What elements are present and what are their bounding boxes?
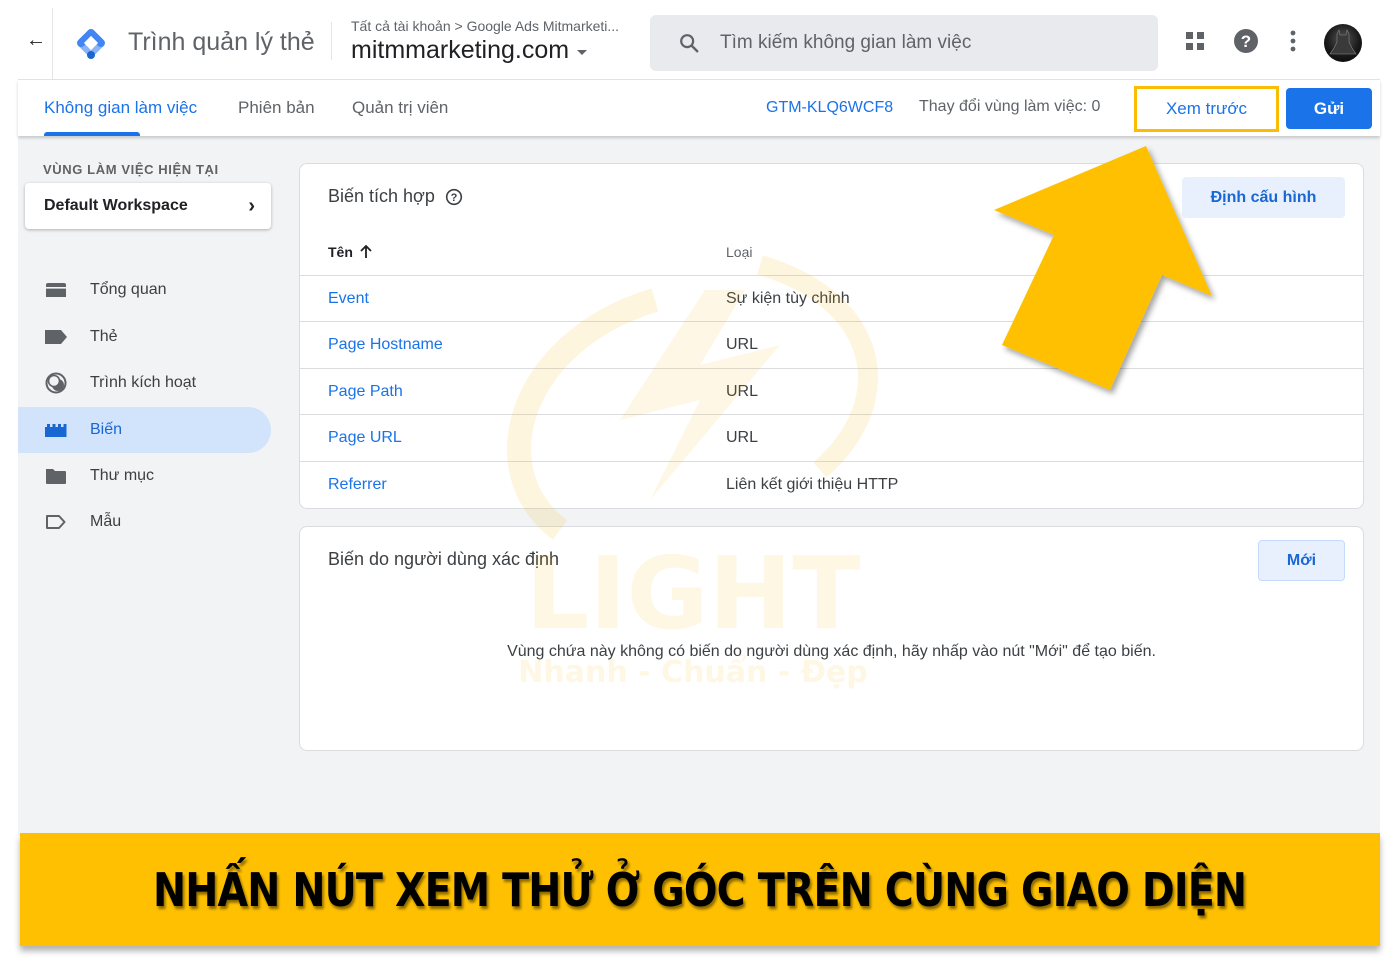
back-button[interactable]: ← (24, 28, 48, 52)
instruction-caption-banner: NHẤN NÚT XEM THỬ Ở GÓC TRÊN CÙNG GIAO DI… (20, 833, 1380, 946)
sidebar-item-folders[interactable]: Thư mục (18, 453, 271, 499)
column-header-name-label: Tên (328, 244, 353, 260)
sidebar-item-label: Thư mục (90, 467, 155, 484)
svg-text:?: ? (451, 192, 458, 204)
chevron-right-icon: › (248, 194, 255, 217)
table-row: Event Sự kiện tùy chỉnh (300, 275, 1363, 322)
column-header-type: Loại (726, 244, 753, 260)
sidebar-item-tags[interactable]: Thẻ (18, 314, 271, 360)
user-variables-card: Biến do người dùng xác định Mới Vùng chứ… (299, 526, 1364, 751)
arrow-up-icon (360, 245, 372, 258)
overview-icon (44, 278, 68, 302)
more-options-button[interactable] (1278, 26, 1308, 56)
container-id-link[interactable]: GTM-KLQ6WCF8 (766, 99, 893, 117)
apps-grid-icon (1186, 32, 1204, 50)
variable-name-link[interactable]: Page Path (328, 383, 403, 401)
variable-icon (44, 418, 68, 442)
submit-button-label: Gửi (1313, 98, 1345, 118)
variable-type: URL (726, 429, 759, 446)
variable-name-link[interactable]: Page Hostname (328, 336, 443, 354)
instruction-caption: NHẤN NÚT XEM THỬ Ở GÓC TRÊN CÙNG GIAO DI… (153, 862, 1247, 917)
new-variable-button-label: Mới (1286, 551, 1317, 569)
builtin-variables-title: Biến tích hợp ? (328, 186, 463, 207)
template-icon (44, 510, 68, 534)
variable-type: Liên kết giới thiệu HTTP (726, 476, 899, 493)
tag-icon (44, 325, 68, 349)
card-title-text: Biến tích hợp (328, 186, 435, 206)
table-row: Page Path URL (300, 368, 1363, 415)
variable-type: URL (726, 336, 759, 353)
variable-type: Sự kiện tùy chỉnh (726, 290, 850, 307)
empty-state-message: Vùng chứa này không có biến do người dùn… (507, 643, 1156, 660)
container-selector[interactable]: mitmmarketing.com (351, 36, 588, 65)
svg-text:?: ? (1241, 32, 1251, 51)
help-icon: ? (1234, 29, 1258, 53)
variable-name-link[interactable]: Page URL (328, 429, 402, 447)
builtin-variables-card: Biến tích hợp ? Định cấu hình Tên Loại E… (299, 163, 1364, 509)
column-header-name[interactable]: Tên (328, 244, 373, 260)
tab-versions[interactable]: Phiên bản (238, 98, 315, 118)
tab-admin[interactable]: Quản trị viên (352, 98, 448, 118)
variable-type: URL (726, 383, 759, 400)
account-avatar[interactable] (1324, 24, 1362, 62)
trigger-icon (44, 371, 68, 395)
active-tab-indicator (44, 132, 140, 136)
tag-manager-logo-icon (77, 29, 105, 59)
apps-button[interactable] (1180, 26, 1210, 56)
container-name: mitmmarketing.com (351, 36, 570, 64)
table-row: Page URL URL (300, 414, 1363, 461)
dropdown-caret-icon (577, 50, 588, 55)
table-row: Referrer Liên kết giới thiệu HTTP (300, 461, 1363, 508)
arrow-left-icon: ← (26, 29, 46, 51)
submit-button[interactable]: Gửi (1286, 88, 1372, 129)
search-placeholder: Tìm kiếm không gian làm việc (720, 32, 972, 53)
more-vert-icon (1290, 30, 1296, 52)
preview-button-label: Xem trước (1165, 99, 1248, 118)
sidebar-item-templates[interactable]: Mẫu (18, 499, 271, 545)
top-app-bar: ← Trình quản lý thẻ Tất cả tài khoản > G… (18, 0, 1380, 80)
sidebar-item-label: Mẫu (90, 513, 122, 530)
divider (52, 8, 53, 80)
variable-name-link[interactable]: Event (328, 290, 369, 308)
sidebar-item-label: Tổng quan (90, 281, 167, 298)
help-outline-icon[interactable]: ? (445, 188, 463, 206)
divider (331, 22, 332, 60)
workspace-changes-count: Thay đổi vùng làm việc: 0 (919, 98, 1101, 115)
app-title: Trình quản lý thẻ (128, 28, 315, 56)
sidebar-item-label: Thẻ (90, 328, 118, 345)
current-workspace-label: VÙNG LÀM VIỆC HIỆN TẠI (43, 162, 219, 177)
sidebar-item-triggers[interactable]: Trình kích hoạt (18, 360, 271, 406)
sidebar-item-variables[interactable]: Biến (18, 407, 271, 453)
workspace-selector[interactable]: Default Workspace › (25, 183, 271, 229)
avatar-image-icon (1329, 29, 1357, 55)
tab-workspace[interactable]: Không gian làm việc (44, 98, 197, 118)
variable-name-link[interactable]: Referrer (328, 476, 387, 494)
sidebar-item-label: Trình kích hoạt (90, 374, 197, 391)
configure-button[interactable]: Định cấu hình (1182, 177, 1345, 218)
new-variable-button[interactable]: Mới (1258, 540, 1345, 581)
account-breadcrumb[interactable]: Tất cả tài khoản > Google Ads Mitmarketi… (351, 18, 619, 34)
folder-icon (44, 464, 68, 488)
workspace-tab-bar: Không gian làm việc Phiên bản Quản trị v… (18, 80, 1380, 136)
workspace-name: Default Workspace (44, 197, 188, 214)
workspace-search-input[interactable]: Tìm kiếm không gian làm việc (650, 15, 1158, 71)
configure-button-label: Định cấu hình (1210, 188, 1317, 206)
search-icon (680, 34, 699, 53)
preview-button[interactable]: Xem trước (1134, 86, 1279, 132)
user-variables-title: Biến do người dùng xác định (328, 549, 560, 569)
table-row: Page Hostname URL (300, 321, 1363, 368)
sidebar-item-label: Biến (90, 421, 123, 438)
help-button[interactable]: ? (1231, 26, 1261, 56)
sidebar-item-overview[interactable]: Tổng quan (18, 267, 271, 313)
